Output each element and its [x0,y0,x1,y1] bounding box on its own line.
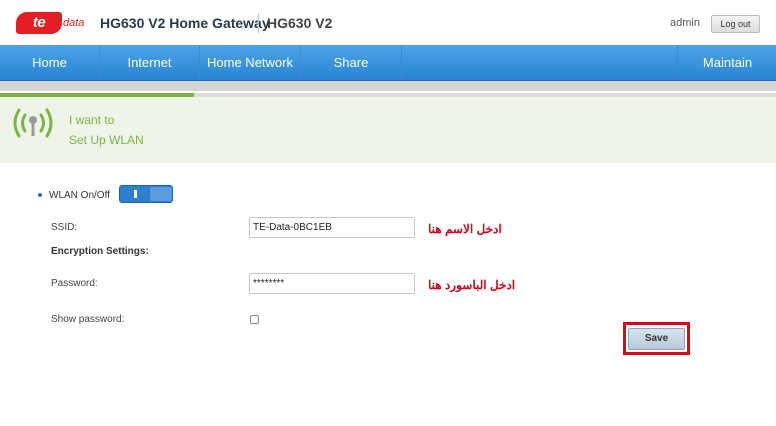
logo-subtext: data [63,17,85,29]
password-input[interactable] [249,273,415,294]
nav-shadow-bar [0,81,776,91]
page-title: HG630 V2 Home Gateway [100,15,270,31]
model-name: HG630 V2 [267,15,333,31]
save-button[interactable]: Save [628,328,685,350]
bullet-dot [38,193,42,197]
password-instruction-note: ادخل الباسورد هنا [428,278,516,292]
wizard-banner [0,97,776,163]
nav-home-network[interactable]: Home Network [200,45,301,80]
toggle-on-indicator [134,190,137,198]
show-password-label: Show password: [51,314,125,325]
toggle-knob [150,187,172,201]
nav-share[interactable]: Share [301,45,402,80]
nav-maintain[interactable]: Maintain [677,45,776,80]
banner-line-2: Set Up WLAN [69,133,144,147]
nav-internet[interactable]: Internet [100,45,200,80]
nav-home[interactable]: Home [0,45,100,80]
ssid-instruction-note: ادخل الاسم هنا [428,222,502,236]
main-nav: Home Internet Home Network Share Maintai… [0,45,776,81]
logo-badge: te [16,12,62,34]
wlan-toggle-label: WLAN On/Off [49,190,110,201]
ssid-input[interactable] [249,217,415,238]
user-name: admin [670,17,700,29]
te-data-logo: te data [16,12,86,34]
logout-button[interactable]: Log out [711,15,760,33]
password-label: Password: [51,278,98,289]
encryption-heading: Encryption Settings: [51,246,149,257]
ssid-label: SSID: [51,222,78,233]
banner-line-1: I want to [69,113,115,127]
wifi-antenna-icon [13,108,53,138]
top-header: te data HG630 V2 Home Gateway HG630 V2 a… [0,0,776,45]
title-divider [258,13,259,33]
show-password-checkbox[interactable] [250,315,259,324]
wlan-toggle[interactable] [119,185,173,203]
